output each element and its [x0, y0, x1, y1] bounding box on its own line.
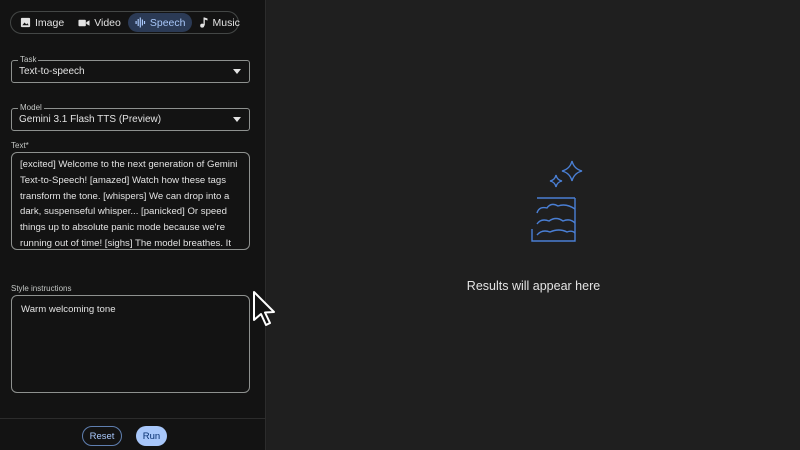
style-input[interactable]: Warm welcoming tone [11, 295, 250, 393]
reset-button[interactable]: Reset [82, 426, 122, 446]
caret-down-icon [233, 69, 241, 74]
model-label: Model [18, 102, 44, 114]
tab-speech-label: Speech [149, 16, 186, 29]
model-value: Gemini 3.1 Flash TTS (Preview) [19, 114, 162, 125]
caret-down-icon [233, 117, 241, 122]
results-panel: Results will appear here [267, 0, 800, 450]
model-select[interactable]: Model Gemini 3.1 Flash TTS (Preview) [11, 102, 250, 131]
image-icon [20, 17, 31, 28]
tab-music-label: Music [212, 16, 240, 29]
tab-image[interactable]: Image [13, 13, 71, 32]
text-label: Text* [11, 141, 29, 150]
mouse-cursor-icon [253, 291, 275, 326]
speech-icon [135, 17, 145, 28]
music-icon [200, 17, 208, 28]
divider [0, 418, 266, 419]
style-label: Style instructions [11, 284, 72, 293]
results-placeholder: Results will appear here [466, 279, 601, 293]
settings-panel: Image Video Speech Music Task Text-to-sp… [0, 0, 266, 450]
task-label: Task [18, 54, 39, 66]
tab-video[interactable]: Video [71, 13, 128, 32]
tab-music[interactable]: Music [192, 13, 246, 32]
tab-video-label: Video [94, 16, 121, 29]
tab-image-label: Image [35, 16, 65, 29]
text-input[interactable]: [excited] Welcome to the next generation… [11, 152, 250, 250]
sparkle-audio-icon [531, 160, 583, 242]
video-icon [78, 19, 90, 26]
run-button[interactable]: Run [136, 426, 167, 446]
task-select[interactable]: Task Text-to-speech [11, 54, 250, 83]
task-value: Text-to-speech [19, 66, 85, 77]
tab-speech[interactable]: Speech [127, 13, 193, 32]
mode-tabs: Image Video Speech Music [10, 11, 240, 34]
